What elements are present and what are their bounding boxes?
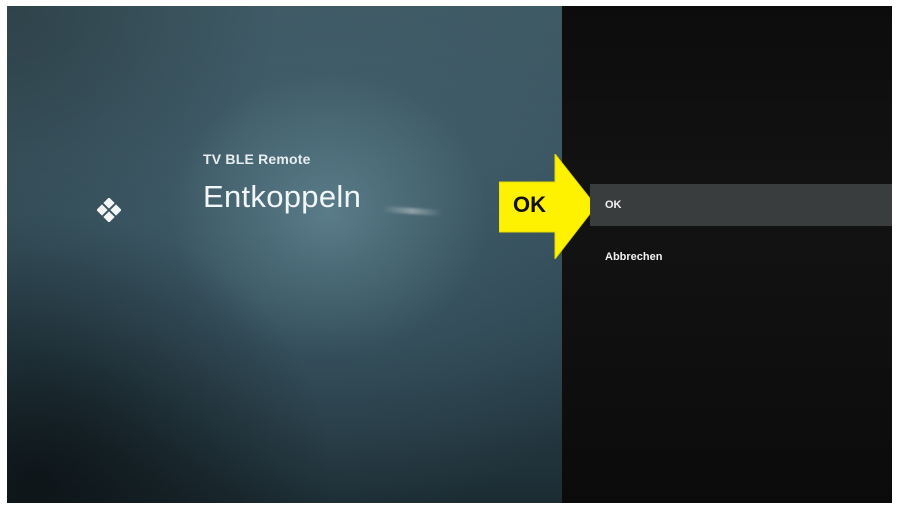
cancel-option[interactable]: Abbrechen — [590, 236, 892, 278]
ok-option[interactable]: OK — [590, 184, 892, 226]
info-panel — [7, 6, 562, 503]
gamepad-dpad-icon — [97, 198, 121, 222]
page-title: Entkoppeln — [203, 179, 362, 214]
annotation-label: OK — [513, 192, 546, 217]
device-name: TV BLE Remote — [203, 151, 311, 167]
tv-screen: TV BLE Remote Entkoppeln OK OK Abbrechen — [7, 6, 892, 503]
